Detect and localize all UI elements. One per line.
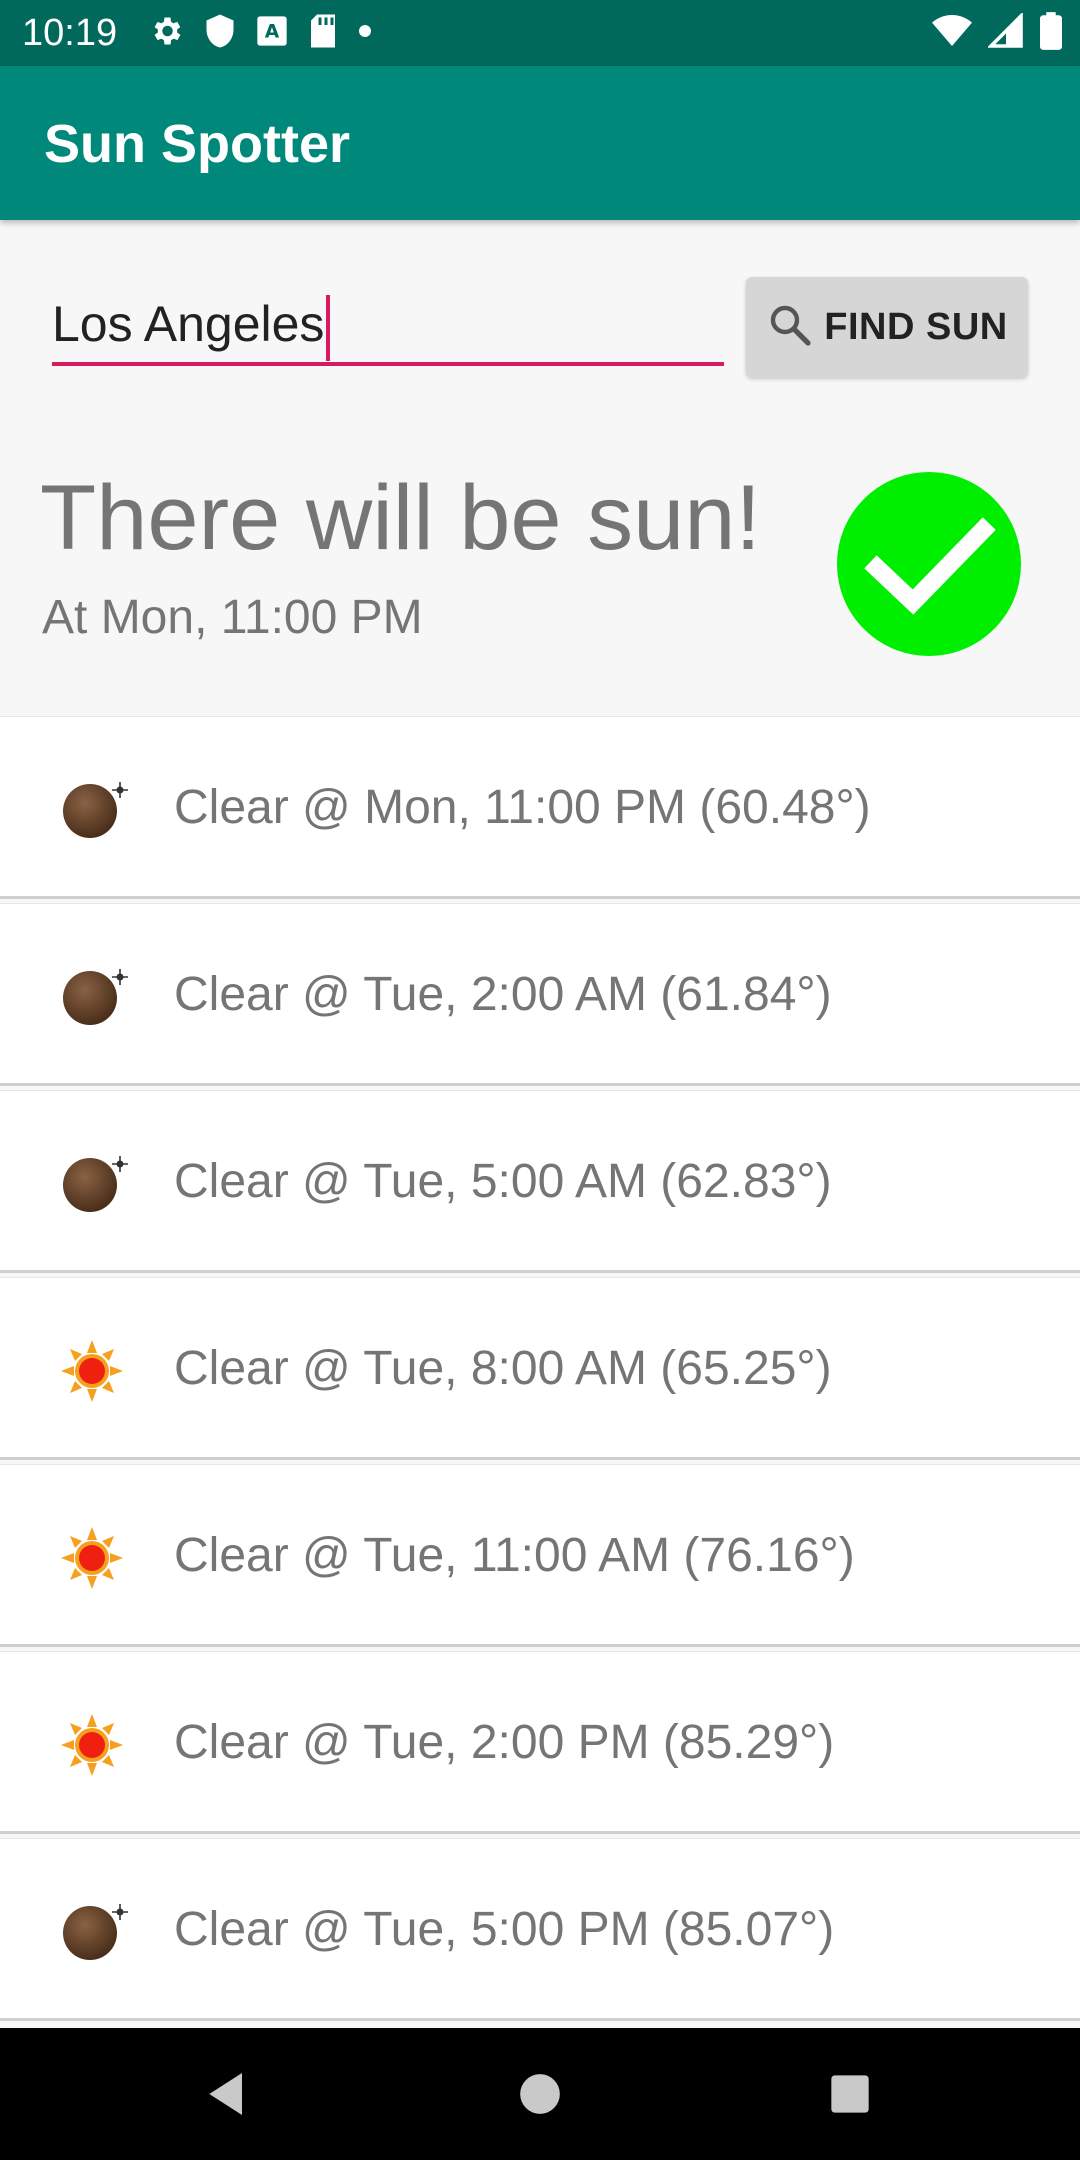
status-bar: 10:19 A xyxy=(0,0,1080,66)
forecast-item[interactable]: Clear @ Tue, 8:00 AM (65.25°) xyxy=(0,1277,1080,1460)
result-title: There will be sun! xyxy=(40,467,761,569)
forecast-item[interactable]: Clear @ Mon, 11:00 PM (60.48°) xyxy=(0,716,1080,899)
status-time: 10:19 xyxy=(22,12,118,54)
signal-icon xyxy=(986,11,1024,54)
find-sun-button[interactable]: FIND SUN xyxy=(746,277,1028,377)
forecast-item[interactable]: Clear @ Tue, 2:00 PM (85.29°) xyxy=(0,1651,1080,1834)
city-search-value: Los Angeles xyxy=(52,296,325,352)
forecast-item-text: Clear @ Tue, 2:00 AM (61.84°) xyxy=(174,968,832,1021)
moon-icon xyxy=(56,1149,136,1219)
moon-icon xyxy=(56,1897,136,1967)
moon-icon xyxy=(56,775,136,845)
shield-icon xyxy=(204,13,236,54)
find-sun-button-label: FIND SUN xyxy=(824,305,1008,348)
forecast-item[interactable]: Clear @ Tue, 2:00 AM (61.84°) xyxy=(0,903,1080,1086)
forecast-item-text: Clear @ Mon, 11:00 PM (60.48°) xyxy=(174,781,871,834)
home-icon[interactable] xyxy=(512,2066,568,2122)
forecast-list: Clear @ Mon, 11:00 PM (60.48°) Clear @ Tu… xyxy=(0,716,1080,2025)
recents-icon[interactable] xyxy=(822,2066,878,2122)
sun-icon xyxy=(56,1710,136,1780)
city-search-input[interactable]: Los Angeles xyxy=(52,288,724,366)
sun-icon xyxy=(56,1523,136,1593)
app-bar: Sun Spotter xyxy=(0,66,1080,220)
forecast-item[interactable]: Clear @ Tue, 11:00 AM (76.16°) xyxy=(0,1464,1080,1647)
gear-icon xyxy=(148,13,184,54)
navigation-bar xyxy=(0,2028,1080,2160)
status-icons-left: A xyxy=(148,12,372,54)
forecast-item[interactable]: Clear @ Tue, 5:00 AM (62.83°) xyxy=(0,1090,1080,1273)
app-title: Sun Spotter xyxy=(44,114,350,174)
search-icon xyxy=(766,301,814,354)
forecast-item[interactable]: Clear @ Tue, 5:00 PM (85.07°) xyxy=(0,1838,1080,2021)
forecast-item-text: Clear @ Tue, 8:00 AM (65.25°) xyxy=(174,1342,832,1395)
status-icons-right xyxy=(932,11,1062,55)
back-icon[interactable] xyxy=(200,2066,256,2122)
text-cursor xyxy=(326,294,331,361)
keyboard-a-icon: A xyxy=(256,15,288,52)
forecast-item-text: Clear @ Tue, 5:00 PM (85.07°) xyxy=(174,1903,835,1956)
forecast-item-text: Clear @ Tue, 11:00 AM (76.16°) xyxy=(174,1529,855,1582)
wifi-icon xyxy=(932,14,972,53)
check-circle-icon xyxy=(837,472,1021,656)
battery-icon xyxy=(1040,11,1062,55)
dot-icon xyxy=(358,24,372,43)
forecast-item-text: Clear @ Tue, 2:00 PM (85.29°) xyxy=(174,1716,835,1769)
svg-text:A: A xyxy=(265,21,280,42)
sd-card-icon xyxy=(308,13,338,54)
result-subtitle: At Mon, 11:00 PM xyxy=(42,591,423,644)
sun-icon xyxy=(56,1336,136,1406)
moon-icon xyxy=(56,962,136,1032)
forecast-item-text: Clear @ Tue, 5:00 AM (62.83°) xyxy=(174,1155,832,1208)
